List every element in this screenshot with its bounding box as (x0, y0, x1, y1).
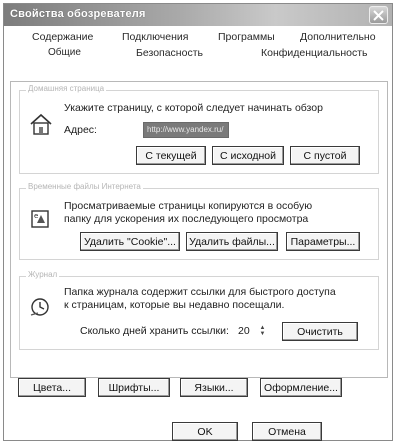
tab-privacy[interactable]: Конфиденциальность (261, 47, 368, 59)
general-tab-panel: Домашняя страница Укажите страницу, с ко… (10, 81, 388, 378)
address-label: Адрес: (64, 124, 97, 136)
temp-files-group: Временные файлы Интернета e Просматривае… (19, 182, 379, 260)
use-default-button[interactable]: С исходной (212, 146, 284, 165)
tab-advanced[interactable]: Дополнительно (300, 31, 376, 43)
history-icon (30, 298, 49, 316)
history-description-2: к страницам, которые вы недавно посещали… (64, 299, 285, 311)
use-blank-button[interactable]: С пустой (290, 146, 360, 165)
home-page-description: Укажите страницу, с которой следует начи… (64, 102, 323, 114)
tabs-row-1: Содержание Подключения Программы Дополни… (4, 31, 392, 45)
home-page-icon (30, 113, 52, 135)
delete-files-button[interactable]: Удалить файлы... (186, 232, 278, 251)
window-title: Свойства обозревателя (10, 8, 146, 20)
clear-history-button[interactable]: Очистить (282, 322, 358, 341)
home-page-legend: Домашняя страница (26, 84, 107, 93)
history-description-1: Папка журнала содержит ссылки для быстро… (64, 286, 336, 298)
svg-text:e: e (34, 212, 38, 220)
address-input[interactable]: http://www.yandex.ru/ (143, 122, 229, 138)
tabs-row-2: Общие Безопасность Конфиденциальность (4, 47, 392, 61)
close-icon (373, 9, 384, 21)
spin-down-icon[interactable]: ▼ (260, 331, 266, 337)
history-days-value[interactable]: 20 (238, 325, 250, 337)
history-days-spinner[interactable]: ▲ ▼ (258, 324, 267, 338)
temp-files-settings-button[interactable]: Параметры... (286, 232, 360, 251)
temp-files-description-1: Просматриваемые страницы копируются в ос… (64, 200, 313, 212)
close-button[interactable] (369, 6, 388, 24)
history-legend: Журнал (26, 270, 60, 279)
title-bar[interactable]: Свойства обозревателя (4, 4, 392, 26)
history-days-label: Сколько дней хранить ссылки: (80, 325, 229, 337)
temp-files-legend: Временные файлы Интернета (26, 182, 143, 191)
delete-cookies-button[interactable]: Удалить "Cookie"... (80, 232, 180, 251)
ok-button[interactable]: OK (172, 422, 238, 441)
tab-programs[interactable]: Программы (218, 31, 275, 43)
colors-button[interactable]: Цвета... (18, 378, 86, 397)
fonts-button[interactable]: Шрифты... (98, 378, 170, 397)
tab-content[interactable]: Содержание (32, 31, 93, 43)
cancel-button[interactable]: Отмена (252, 422, 322, 441)
tab-connections[interactable]: Подключения (122, 31, 188, 43)
use-current-button[interactable]: С текущей (136, 146, 206, 165)
temp-files-icon: e (31, 210, 49, 228)
home-page-group: Домашняя страница Укажите страницу, с ко… (19, 84, 379, 174)
history-group: Журнал Папка журнала содержит ссылки для… (19, 270, 379, 350)
tab-general[interactable]: Общие (48, 47, 81, 58)
temp-files-description-2: папку для ускорения их последующего прос… (64, 213, 309, 225)
internet-options-window: Свойства обозревателя Содержание Подключ… (3, 3, 393, 441)
languages-button[interactable]: Языки... (180, 378, 248, 397)
tab-security[interactable]: Безопасность (136, 47, 203, 59)
accessibility-button[interactable]: Оформление... (260, 378, 342, 397)
